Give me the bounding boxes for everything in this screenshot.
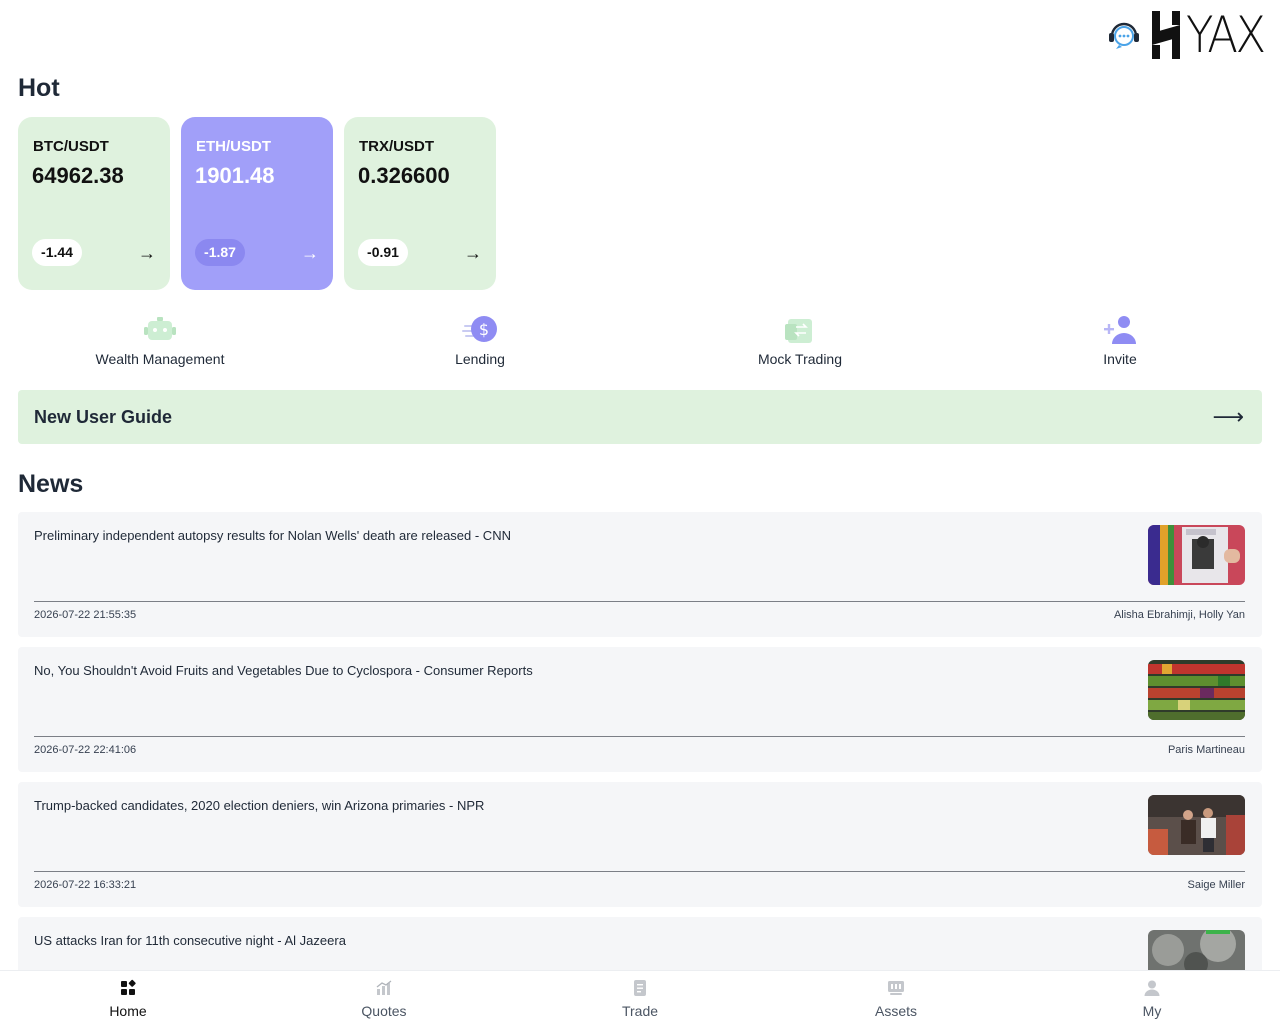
quick-label: Invite [1103, 351, 1137, 367]
news-thumbnail [1148, 525, 1245, 585]
tab-trade[interactable]: Trade [580, 979, 700, 1019]
card-change-badge: -0.91 [358, 239, 408, 266]
news-item[interactable]: Trump-backed candidates, 2020 election d… [18, 782, 1262, 907]
logo-mark-icon [1152, 11, 1180, 59]
top-bar: YAX [0, 0, 1280, 70]
chart-icon [376, 980, 392, 995]
news-title: US attacks Iran for 11th consecutive nig… [34, 933, 346, 948]
quick-label: Wealth Management [95, 351, 225, 367]
news-date: 2026-07-22 16:33:21 [34, 879, 137, 891]
guide-label: New User Guide [34, 407, 173, 427]
wealth-management-button[interactable]: Wealth Management [60, 312, 260, 367]
quick-label: Lending [455, 351, 505, 367]
robot-icon [144, 317, 176, 340]
user-icon [1144, 980, 1160, 996]
trade-document-icon [634, 980, 646, 996]
arrow-right-icon: → [138, 243, 156, 263]
bottom-tab-bar: Home Quotes Trade Assets My [0, 970, 1280, 1024]
home-grid-icon [121, 979, 136, 995]
news-author: Paris Martineau [1167, 744, 1245, 756]
arrow-right-icon: ⟶ [1212, 404, 1244, 429]
card-change-badge: -1.44 [32, 239, 82, 266]
news-list: Preliminary independent autopsy results … [18, 512, 1262, 1024]
tab-label: My [1142, 1003, 1162, 1019]
new-user-guide-banner[interactable]: New User Guide ⟶ [18, 390, 1262, 444]
card-pair: TRX/USDT [359, 138, 434, 155]
news-author: Saige Miller [1187, 879, 1245, 891]
arrow-right-icon: → [464, 243, 482, 263]
invite-button[interactable]: Invite [1020, 312, 1220, 367]
news-thumbnail [1148, 660, 1245, 720]
news-thumbnail [1148, 795, 1245, 855]
tab-label: Trade [621, 1003, 659, 1019]
hot-card-trx[interactable]: TRX/USDT 0.326600 -0.91 → [344, 117, 496, 290]
logo-text: YAX [1186, 6, 1266, 64]
lending-button[interactable]: $ Lending [380, 312, 580, 367]
quick-label: Mock Trading [757, 351, 843, 367]
news-title: No, You Shouldn't Avoid Fruits and Veget… [34, 663, 533, 678]
news-author: Alisha Ebrahimji, Holly Yan [1113, 609, 1245, 621]
card-price: 0.326600 [358, 163, 450, 188]
news-item[interactable]: No, You Shouldn't Avoid Fruits and Veget… [18, 647, 1262, 772]
quick-entries: Wealth Management $ Lending Mock Trading… [0, 312, 1280, 372]
tab-label: Quotes [361, 1003, 407, 1019]
tab-label: Home [109, 1003, 147, 1019]
hot-card-eth[interactable]: ETH/USDT 1901.48 -1.87 → [181, 117, 333, 290]
svg-text:$: $ [479, 320, 489, 339]
hot-section-title: Hot [18, 74, 60, 102]
support-headset-icon[interactable] [1106, 18, 1142, 52]
card-price: 1901.48 [195, 163, 275, 188]
wallet-icon [888, 981, 904, 995]
news-title: Trump-backed candidates, 2020 election d… [34, 798, 485, 813]
tab-label: Assets [874, 1003, 917, 1019]
divider [34, 736, 1245, 737]
hot-cards: BTC/USDT 64962.38 -1.44 → ETH/USDT 1901.… [18, 117, 496, 290]
add-user-icon [1104, 316, 1136, 344]
card-price: 64962.38 [32, 163, 124, 188]
card-pair: BTC/USDT [33, 138, 109, 155]
news-item[interactable]: Preliminary independent autopsy results … [18, 512, 1262, 637]
news-section-title: News [18, 470, 84, 498]
tab-assets[interactable]: Assets [836, 979, 956, 1019]
hot-card-btc[interactable]: BTC/USDT 64962.38 -1.44 → [18, 117, 170, 290]
news-title: Preliminary independent autopsy results … [34, 528, 511, 543]
divider [34, 871, 1245, 872]
tab-quotes[interactable]: Quotes [324, 979, 444, 1019]
card-pair: ETH/USDT [196, 138, 271, 155]
mock-trading-button[interactable]: Mock Trading [700, 312, 900, 367]
arrow-right-icon: → [301, 243, 319, 263]
news-date: 2026-07-22 22:41:06 [34, 744, 137, 756]
tab-home[interactable]: Home [68, 979, 188, 1019]
swap-document-icon [785, 319, 812, 343]
card-change-badge: -1.87 [195, 239, 245, 266]
brand-logo: YAX [1152, 10, 1272, 60]
dollar-coin-icon: $ [462, 316, 497, 342]
news-date: 2026-07-22 21:55:35 [34, 609, 137, 621]
divider [34, 601, 1245, 602]
tab-my[interactable]: My [1092, 979, 1212, 1019]
